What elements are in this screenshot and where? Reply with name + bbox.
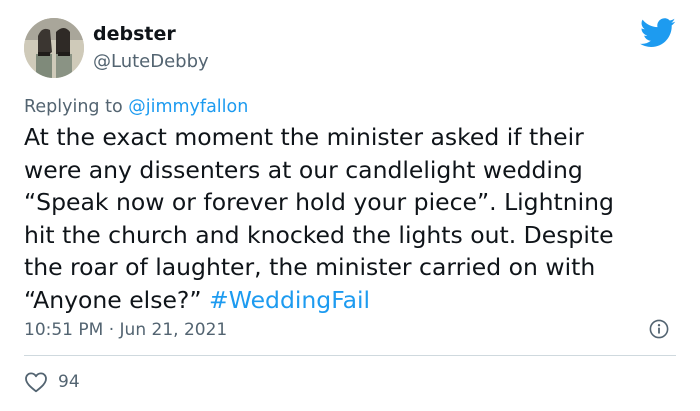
heart-icon xyxy=(25,372,47,393)
tweet-line: “Anyone else?” xyxy=(24,285,210,314)
reply-prefix: Replying to xyxy=(24,97,129,117)
twitter-bird-icon[interactable] xyxy=(640,18,676,48)
like-count: 94 xyxy=(58,372,80,392)
tweet-line-last: “Anyone else?” #WeddingFail xyxy=(24,284,684,317)
display-name[interactable]: debster xyxy=(93,22,176,46)
tweet-text: At the exact moment the minister asked i… xyxy=(24,121,684,316)
avatar-image xyxy=(24,18,84,78)
hashtag-link[interactable]: #WeddingFail xyxy=(209,286,370,314)
tweet-line: were any dissenters at our candlelight w… xyxy=(24,155,583,184)
tweet-line: “Speak now or forever hold your piece”. … xyxy=(24,188,614,216)
tweet-date: Jun 21, 2021 xyxy=(119,320,228,340)
user-handle[interactable]: @LuteDebby xyxy=(93,50,209,74)
reply-mention-link[interactable]: @jimmyfallon xyxy=(128,97,248,117)
tweet-line: hit the church and knocked the lights ou… xyxy=(24,220,614,249)
tweet-time: 10:51 PM xyxy=(24,320,104,340)
avatar[interactable] xyxy=(24,18,84,78)
info-icon[interactable] xyxy=(649,319,669,339)
tweet-line: the roar of laughter, the minister carri… xyxy=(24,253,596,281)
meta-separator: · xyxy=(103,320,120,340)
tweet-timestamp[interactable]: 10:51 PM · Jun 21, 2021 xyxy=(24,318,227,342)
tweet-line: At the exact moment the minister asked i… xyxy=(24,123,584,151)
reply-context: Replying to @jimmyfallon xyxy=(24,95,248,119)
like-button[interactable]: 94 xyxy=(24,370,80,394)
divider xyxy=(24,355,676,356)
